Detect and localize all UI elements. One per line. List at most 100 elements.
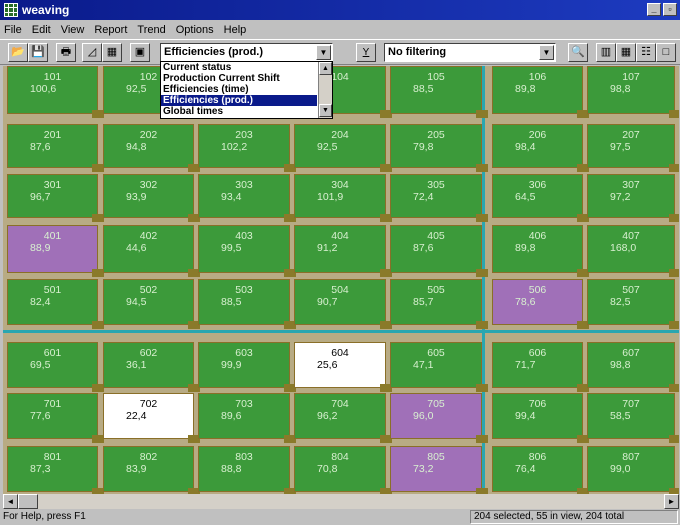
loom-tile[interactable]: 402 44,6 [103, 225, 194, 273]
edit-triangle-icon[interactable]: ◿ [82, 43, 102, 62]
screen-icon[interactable]: ▣ [130, 43, 150, 62]
loom-tile[interactable]: 803 88,8 [198, 446, 290, 492]
loom-tile[interactable]: 505 85,7 [390, 279, 482, 325]
loom-tile[interactable]: 604 25,6 [294, 342, 386, 388]
loom-id: 803 [235, 451, 253, 463]
chevron-down-icon[interactable]: ▼ [539, 45, 554, 60]
view-mode-select[interactable]: Efficiencies (prod.) ▼ [160, 43, 333, 62]
loom-tile[interactable]: 206 98,4 [492, 124, 583, 168]
loom-tile[interactable]: 204 92,5 [294, 124, 386, 168]
loom-tile[interactable]: 201 87,6 [7, 124, 98, 168]
save-icon[interactable]: 💾 [28, 43, 48, 62]
view-columns-icon[interactable]: ▥ [596, 43, 616, 62]
open-folder-icon[interactable]: 📂 [8, 43, 28, 62]
loom-tile[interactable]: 806 76,4 [492, 446, 583, 492]
minimize-button[interactable]: _ [647, 3, 661, 16]
loom-efficiency-value: 89,8 [515, 242, 536, 254]
loom-tile[interactable]: 502 94,5 [103, 279, 194, 325]
loom-tile[interactable]: 403 99,5 [198, 225, 290, 273]
menu-report[interactable]: Report [94, 24, 127, 36]
loom-tile[interactable]: 301 96,7 [7, 174, 98, 218]
loom-tile[interactable]: 501 82,4 [7, 279, 98, 325]
loom-tile[interactable]: 106 89,8 [492, 66, 583, 114]
loom-tile[interactable]: 302 93,9 [103, 174, 194, 218]
dropdown-scrollbar[interactable]: ▲ ▼ [318, 62, 332, 118]
loom-tile[interactable]: 304 101,9 [294, 174, 386, 218]
loom-tile[interactable]: 602 36,1 [103, 342, 194, 388]
loom-tile[interactable]: 205 79,8 [390, 124, 482, 168]
menu-trend[interactable]: Trend [137, 24, 165, 36]
filter-select[interactable]: No filtering ▼ [384, 43, 556, 62]
dropdown-option[interactable]: Production Current Shift [161, 73, 317, 84]
menu-options[interactable]: Options [176, 24, 214, 36]
loom-tile[interactable]: 606 71,7 [492, 342, 583, 388]
loom-tile[interactable]: 804 70,8 [294, 446, 386, 492]
print-icon[interactable]: 🖶 [56, 43, 76, 62]
loom-tile[interactable]: 603 99,9 [198, 342, 290, 388]
scroll-thumb[interactable] [18, 494, 38, 509]
dropdown-option[interactable]: Efficiencies (prod.) [161, 95, 317, 106]
magnifier-icon[interactable]: 🔍 [568, 43, 588, 62]
loom-tile[interactable]: 702 22,4 [103, 393, 194, 439]
loom-tile[interactable]: 801 87,3 [7, 446, 98, 492]
loom-tile[interactable]: 407 168,0 [587, 225, 675, 273]
loom-tile[interactable]: 704 96,2 [294, 393, 386, 439]
loom-tile[interactable]: 607 98,8 [587, 342, 675, 388]
loom-tile[interactable]: 503 88,5 [198, 279, 290, 325]
filter-button[interactable]: Y [356, 43, 376, 62]
loom-tile[interactable]: 507 82,5 [587, 279, 675, 325]
dropdown-option[interactable]: Current status [161, 62, 317, 73]
loom-tile[interactable]: 207 97,5 [587, 124, 675, 168]
loom-tile[interactable]: 605 47,1 [390, 342, 482, 388]
loom-tile[interactable]: 303 93,4 [198, 174, 290, 218]
loom-tile[interactable]: 506 78,6 [492, 279, 583, 325]
loom-tile[interactable]: 101 100,6 [7, 66, 98, 114]
loom-id: 705 [427, 398, 445, 410]
loom-tile[interactable]: 107 98,8 [587, 66, 675, 114]
view-single-icon[interactable]: □ [656, 43, 676, 62]
loom-tile[interactable]: 601 69,5 [7, 342, 98, 388]
dropdown-option[interactable]: Global times [161, 106, 317, 117]
menu-help[interactable]: Help [224, 24, 247, 36]
menu-edit[interactable]: Edit [32, 24, 51, 36]
loom-tile[interactable]: 807 99,0 [587, 446, 675, 492]
loom-tile[interactable]: 406 89,8 [492, 225, 583, 273]
loom-tile[interactable]: 307 97,2 [587, 174, 675, 218]
loom-id: 605 [427, 347, 445, 359]
loom-efficiency-value: 98,8 [610, 359, 631, 371]
loom-tile[interactable]: 404 91,2 [294, 225, 386, 273]
loom-tile[interactable]: 202 94,8 [103, 124, 194, 168]
dropdown-option[interactable]: Efficiencies (time) [161, 84, 317, 95]
loom-tile[interactable]: 703 89,6 [198, 393, 290, 439]
loom-efficiency-value: 94,5 [126, 296, 147, 308]
loom-tile[interactable]: 504 90,7 [294, 279, 386, 325]
loom-tile[interactable]: 306 64,5 [492, 174, 583, 218]
loom-tile[interactable]: 705 96,0 [390, 393, 482, 439]
loom-id: 503 [235, 284, 253, 296]
menu-view[interactable]: View [61, 24, 85, 36]
scroll-right-icon[interactable]: ► [664, 494, 679, 509]
loom-id: 204 [331, 129, 349, 141]
loom-efficiency-value: 36,1 [126, 359, 147, 371]
restore-button[interactable]: ▫ [663, 3, 677, 16]
horizontal-scrollbar[interactable]: ◄ ► [3, 494, 679, 509]
loom-tile[interactable]: 405 87,6 [390, 225, 482, 273]
loom-tile[interactable]: 401 88,9 [7, 225, 98, 273]
loom-tile[interactable]: 203 102,2 [198, 124, 290, 168]
chart-icon[interactable]: ▦ [102, 43, 122, 62]
scroll-left-icon[interactable]: ◄ [3, 494, 18, 509]
loom-efficiency-value: 90,7 [317, 296, 338, 308]
loom-tile[interactable]: 707 58,5 [587, 393, 675, 439]
loom-tile[interactable]: 805 73,2 [390, 446, 482, 492]
scroll-up-icon[interactable]: ▲ [319, 62, 332, 75]
menu-file[interactable]: File [4, 24, 22, 36]
loom-tile[interactable]: 706 99,4 [492, 393, 583, 439]
view-list-icon[interactable]: ☷ [636, 43, 656, 62]
view-grid-icon[interactable]: ▦ [616, 43, 636, 62]
loom-tile[interactable]: 105 88,5 [390, 66, 482, 114]
loom-tile[interactable]: 802 83,9 [103, 446, 194, 492]
loom-tile[interactable]: 701 77,6 [7, 393, 98, 439]
chevron-down-icon[interactable]: ▼ [316, 45, 331, 60]
scroll-down-icon[interactable]: ▼ [319, 104, 332, 117]
loom-tile[interactable]: 305 72,4 [390, 174, 482, 218]
